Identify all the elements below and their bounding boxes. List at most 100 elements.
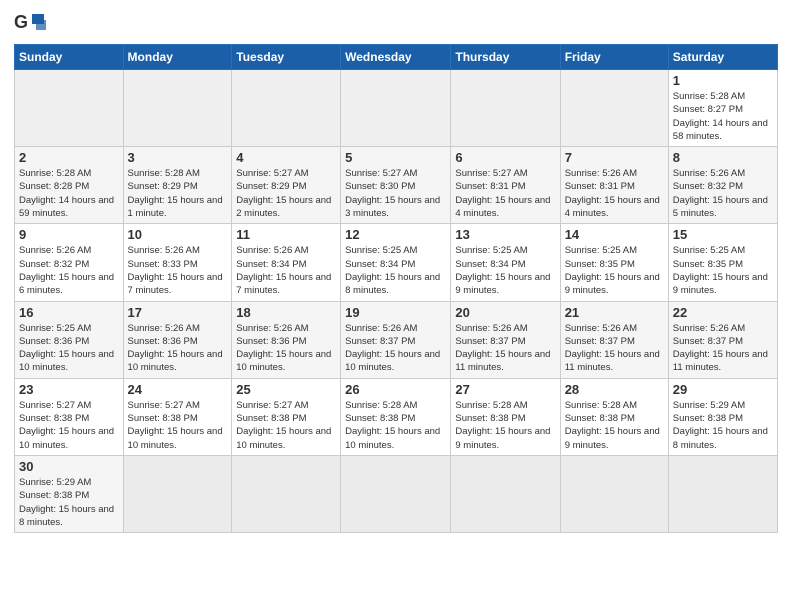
calendar-cell: 11 Sunrise: 5:26 AM Sunset: 8:34 PM Dayli… (232, 224, 341, 301)
day-info: Sunrise: 5:26 AM Sunset: 8:37 PM Dayligh… (345, 322, 446, 375)
calendar-table: SundayMondayTuesdayWednesdayThursdayFrid… (14, 44, 778, 533)
calendar-cell: 30Sunrise: 5:29 AM Sunset: 8:38 PM Dayli… (15, 455, 124, 532)
logo-icon: G (14, 10, 46, 36)
calendar-cell: 7 Sunrise: 5:26 AM Sunset: 8:31 PM Daylig… (560, 147, 668, 224)
calendar-cell (560, 455, 668, 532)
calendar-cell: 6 Sunrise: 5:27 AM Sunset: 8:31 PM Daylig… (451, 147, 560, 224)
day-info: Sunrise: 5:26 AM Sunset: 8:31 PM Dayligh… (565, 167, 664, 220)
calendar-cell: 18Sunrise: 5:26 AM Sunset: 8:36 PM Dayli… (232, 301, 341, 378)
day-number: 22 (673, 305, 773, 320)
calendar-cell: 24Sunrise: 5:27 AM Sunset: 8:38 PM Dayli… (123, 378, 232, 455)
calendar-cell (451, 70, 560, 147)
calendar-week-row: 9 Sunrise: 5:26 AM Sunset: 8:32 PM Daylig… (15, 224, 778, 301)
day-number: 17 (128, 305, 228, 320)
calendar-cell: 21Sunrise: 5:26 AM Sunset: 8:37 PM Dayli… (560, 301, 668, 378)
calendar-cell: 28 Sunrise: 5:28 AM Sunset: 8:38 PM Dayli… (560, 378, 668, 455)
day-number: 25 (236, 382, 336, 397)
weekday-header-wednesday: Wednesday (341, 45, 451, 70)
calendar-body: 1Sunrise: 5:28 AM Sunset: 8:27 PM Daylig… (15, 70, 778, 533)
calendar-cell: 1Sunrise: 5:28 AM Sunset: 8:27 PM Daylig… (668, 70, 777, 147)
day-number: 3 (128, 150, 228, 165)
calendar-cell: 9 Sunrise: 5:26 AM Sunset: 8:32 PM Daylig… (15, 224, 124, 301)
day-info: Sunrise: 5:29 AM Sunset: 8:38 PM Dayligh… (673, 399, 773, 452)
day-info: Sunrise: 5:28 AM Sunset: 8:28 PM Dayligh… (19, 167, 119, 220)
calendar-cell (15, 70, 124, 147)
day-info: Sunrise: 5:26 AM Sunset: 8:37 PM Dayligh… (673, 322, 773, 375)
calendar-cell: 29 Sunrise: 5:29 AM Sunset: 8:38 PM Dayli… (668, 378, 777, 455)
day-info: Sunrise: 5:25 AM Sunset: 8:34 PM Dayligh… (455, 244, 555, 297)
day-info: Sunrise: 5:27 AM Sunset: 8:30 PM Dayligh… (345, 167, 446, 220)
calendar-cell: 20Sunrise: 5:26 AM Sunset: 8:37 PM Dayli… (451, 301, 560, 378)
day-number: 9 (19, 227, 119, 242)
day-number: 13 (455, 227, 555, 242)
calendar-page: G SundayMondayTuesdayWednesdayThursdayFr… (0, 0, 792, 547)
calendar-cell: 3 Sunrise: 5:28 AM Sunset: 8:29 PM Daylig… (123, 147, 232, 224)
calendar-week-row: 1Sunrise: 5:28 AM Sunset: 8:27 PM Daylig… (15, 70, 778, 147)
calendar-week-row: 16Sunrise: 5:25 AM Sunset: 8:36 PM Dayli… (15, 301, 778, 378)
calendar-cell (668, 455, 777, 532)
calendar-cell: 27 Sunrise: 5:28 AM Sunset: 8:38 PM Dayli… (451, 378, 560, 455)
weekday-header-row: SundayMondayTuesdayWednesdayThursdayFrid… (15, 45, 778, 70)
calendar-cell (232, 455, 341, 532)
calendar-cell: 16Sunrise: 5:25 AM Sunset: 8:36 PM Dayli… (15, 301, 124, 378)
day-number: 23 (19, 382, 119, 397)
day-number: 6 (455, 150, 555, 165)
calendar-cell (451, 455, 560, 532)
day-info: Sunrise: 5:25 AM Sunset: 8:35 PM Dayligh… (565, 244, 664, 297)
day-number: 16 (19, 305, 119, 320)
day-info: Sunrise: 5:27 AM Sunset: 8:29 PM Dayligh… (236, 167, 336, 220)
day-number: 8 (673, 150, 773, 165)
day-info: Sunrise: 5:27 AM Sunset: 8:38 PM Dayligh… (236, 399, 336, 452)
day-number: 18 (236, 305, 336, 320)
calendar-cell (560, 70, 668, 147)
calendar-cell (341, 70, 451, 147)
calendar-cell: 12 Sunrise: 5:25 AM Sunset: 8:34 PM Dayli… (341, 224, 451, 301)
day-number: 5 (345, 150, 446, 165)
weekday-header-friday: Friday (560, 45, 668, 70)
calendar-cell: 22 Sunrise: 5:26 AM Sunset: 8:37 PM Dayli… (668, 301, 777, 378)
day-info: Sunrise: 5:26 AM Sunset: 8:37 PM Dayligh… (455, 322, 555, 375)
day-info: Sunrise: 5:26 AM Sunset: 8:33 PM Dayligh… (128, 244, 228, 297)
calendar-cell: 8 Sunrise: 5:26 AM Sunset: 8:32 PM Daylig… (668, 147, 777, 224)
calendar-cell: 15Sunrise: 5:25 AM Sunset: 8:35 PM Dayli… (668, 224, 777, 301)
weekday-header-tuesday: Tuesday (232, 45, 341, 70)
day-info: Sunrise: 5:26 AM Sunset: 8:32 PM Dayligh… (673, 167, 773, 220)
day-info: Sunrise: 5:26 AM Sunset: 8:32 PM Dayligh… (19, 244, 119, 297)
day-info: Sunrise: 5:28 AM Sunset: 8:38 PM Dayligh… (565, 399, 664, 452)
weekday-header-sunday: Sunday (15, 45, 124, 70)
day-info: Sunrise: 5:26 AM Sunset: 8:34 PM Dayligh… (236, 244, 336, 297)
day-info: Sunrise: 5:27 AM Sunset: 8:38 PM Dayligh… (19, 399, 119, 452)
day-number: 26 (345, 382, 446, 397)
day-info: Sunrise: 5:29 AM Sunset: 8:38 PM Dayligh… (19, 476, 119, 529)
day-number: 7 (565, 150, 664, 165)
day-info: Sunrise: 5:27 AM Sunset: 8:31 PM Dayligh… (455, 167, 555, 220)
weekday-header-saturday: Saturday (668, 45, 777, 70)
day-number: 1 (673, 73, 773, 88)
calendar-cell: 10Sunrise: 5:26 AM Sunset: 8:33 PM Dayli… (123, 224, 232, 301)
day-number: 29 (673, 382, 773, 397)
day-number: 21 (565, 305, 664, 320)
calendar-cell (123, 70, 232, 147)
calendar-cell (341, 455, 451, 532)
day-info: Sunrise: 5:28 AM Sunset: 8:38 PM Dayligh… (455, 399, 555, 452)
weekday-header-monday: Monday (123, 45, 232, 70)
day-number: 15 (673, 227, 773, 242)
day-number: 24 (128, 382, 228, 397)
day-number: 12 (345, 227, 446, 242)
day-info: Sunrise: 5:25 AM Sunset: 8:34 PM Dayligh… (345, 244, 446, 297)
calendar-cell: 4 Sunrise: 5:27 AM Sunset: 8:29 PM Daylig… (232, 147, 341, 224)
calendar-cell (232, 70, 341, 147)
day-info: Sunrise: 5:28 AM Sunset: 8:38 PM Dayligh… (345, 399, 446, 452)
calendar-cell: 25 Sunrise: 5:27 AM Sunset: 8:38 PM Dayli… (232, 378, 341, 455)
logo: G (14, 10, 50, 36)
day-number: 28 (565, 382, 664, 397)
calendar-cell: 14 Sunrise: 5:25 AM Sunset: 8:35 PM Dayli… (560, 224, 668, 301)
day-number: 14 (565, 227, 664, 242)
day-number: 27 (455, 382, 555, 397)
day-number: 11 (236, 227, 336, 242)
calendar-cell: 23 Sunrise: 5:27 AM Sunset: 8:38 PM Dayli… (15, 378, 124, 455)
day-info: Sunrise: 5:28 AM Sunset: 8:29 PM Dayligh… (128, 167, 228, 220)
day-number: 4 (236, 150, 336, 165)
weekday-header-thursday: Thursday (451, 45, 560, 70)
svg-text:G: G (14, 12, 28, 32)
